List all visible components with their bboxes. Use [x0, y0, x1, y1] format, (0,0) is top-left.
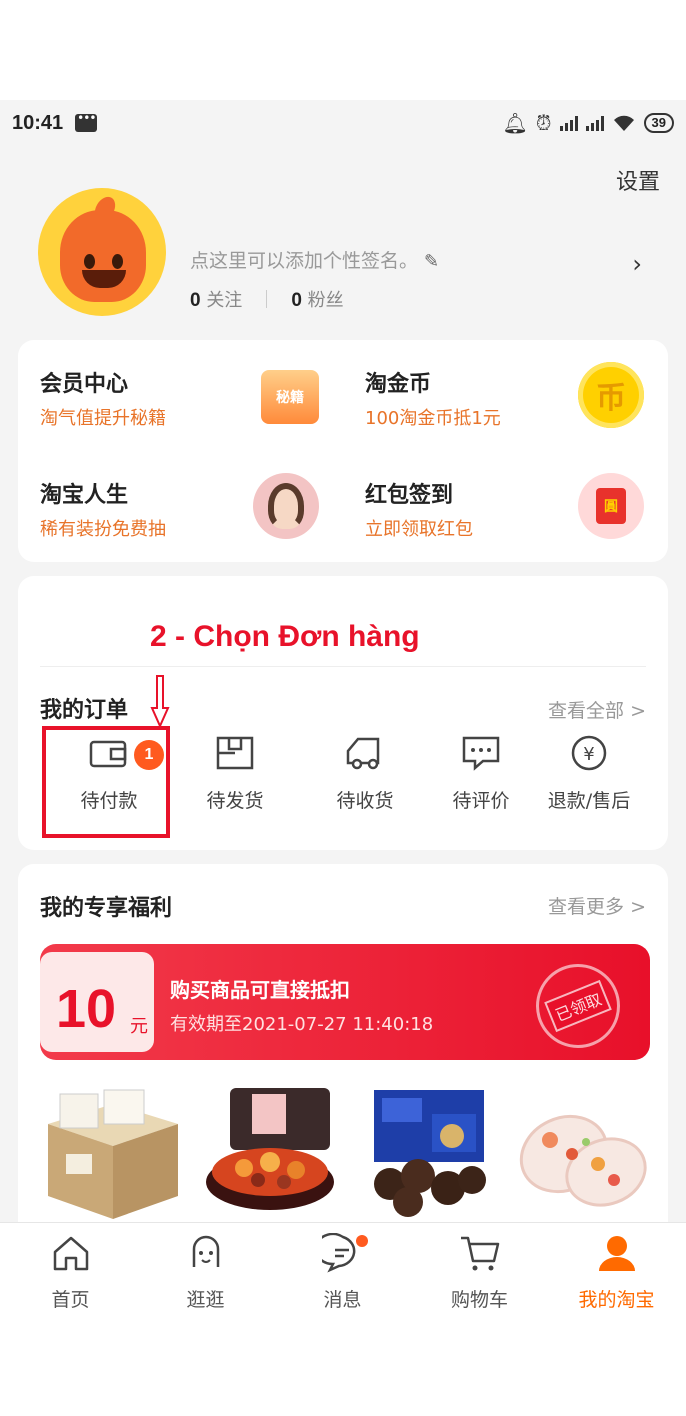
unread-dot — [356, 1235, 368, 1247]
down-arrow-annotation-icon — [150, 675, 170, 728]
gold-coin-icon: 币 — [578, 362, 644, 428]
signal-icon-2 — [585, 115, 604, 131]
avatar-girl-icon — [253, 473, 319, 539]
benefits-title: 我的专享福利 — [40, 896, 173, 921]
coupon-card[interactable]: 10 元 购买商品可直接抵扣 有效期至2021-07-27 11:40:18 已… — [40, 944, 650, 1060]
tissue-box-product[interactable] — [38, 1084, 178, 1224]
view-all-orders-link[interactable]: 查看全部 > — [548, 696, 646, 723]
claimed-stamp: 已领取 — [523, 951, 633, 1060]
service-title: 淘金币 — [365, 372, 432, 397]
home-icon — [2, 1227, 139, 1279]
tab-browse[interactable]: 逛逛 — [137, 1227, 274, 1312]
highlight-box-annotation — [42, 726, 170, 838]
signature-link[interactable]: 点这里可以添加个性签名。 ✎ — [190, 246, 439, 273]
service-subtitle: 立即领取红包 — [365, 519, 473, 540]
service-subtitle: 稀有装扮免费抽 — [40, 519, 166, 540]
tab-label: 首页 — [51, 1289, 90, 1311]
followers-count: 0 — [291, 290, 302, 311]
tab-home[interactable]: 首页 — [2, 1227, 139, 1312]
pencil-icon: ✎ — [424, 251, 440, 272]
following-stat[interactable]: 0 关注 — [190, 286, 242, 312]
service-subtitle: 100淘金币抵1元 — [365, 408, 501, 429]
phone-screen: 10:41 🔔︎ ⏰︎ 39 设置 点这里可以添加个性签名。✎ 0 关注 0 粉… — [0, 100, 686, 1324]
service-taobao-life[interactable]: 淘宝人生 稀有装扮免费抽 — [18, 451, 343, 562]
follow-stats: 0 关注 0 粉丝 — [190, 286, 344, 312]
coupon-expiry: 有效期至2021-07-27 11:40:18 — [170, 1014, 434, 1035]
product-row — [38, 1084, 650, 1224]
order-label: 退款/售后 — [547, 790, 631, 812]
vip-badge-icon: 秘籍 — [261, 370, 319, 424]
benefits-card: 我的专享福利 查看更多 > 10 元 购买商品可直接抵扣 有效期至2021-07… — [18, 864, 668, 1264]
coupon-amount: 10 — [56, 979, 117, 1039]
coupon-amount-panel: 10 元 — [40, 952, 154, 1052]
avatar[interactable] — [38, 188, 166, 316]
services-card: 会员中心 淘气值提升秘籍 秘籍 淘金币 100淘金币抵1元 币 淘宝人生 稀有装… — [18, 340, 668, 562]
service-title: 淘宝人生 — [40, 483, 129, 508]
tab-label: 我的淘宝 — [578, 1289, 655, 1311]
view-more-link[interactable]: 查看更多 > — [548, 892, 646, 919]
tab-label: 购物车 — [450, 1289, 508, 1311]
coupon-title: 购买商品可直接抵扣 — [170, 978, 350, 1002]
browse-face-icon — [137, 1227, 274, 1279]
status-bar: 10:41 🔔︎ ⏰︎ 39 — [0, 100, 686, 146]
delivery-truck-icon — [300, 728, 430, 778]
service-member-center[interactable]: 会员中心 淘气值提升秘籍 秘籍 — [18, 340, 343, 451]
hotpot-product[interactable] — [200, 1084, 340, 1224]
message-notification-icon — [75, 111, 98, 132]
followers-label: 粉丝 — [307, 290, 344, 311]
package-icon — [170, 728, 300, 778]
order-pending-receipt[interactable]: 待收货 — [300, 728, 430, 813]
status-icons: 🔔︎ ⏰︎ 39 — [503, 111, 674, 135]
tab-label: 消息 — [323, 1289, 362, 1311]
svg-text:¥: ¥ — [583, 744, 594, 765]
order-refund-aftersale[interactable]: ¥ 退款/售后 — [524, 728, 654, 813]
order-label: 待发货 — [206, 790, 264, 812]
tab-my-taobao[interactable]: 我的淘宝 — [548, 1227, 685, 1312]
instruction-annotation: 2 - Chọn Đơn hàng — [150, 620, 420, 653]
alarm-icon: ⏰︎ — [535, 111, 552, 135]
divider — [266, 290, 268, 308]
following-count: 0 — [190, 290, 201, 311]
chevron-right-icon[interactable]: › — [632, 250, 642, 278]
service-title: 红包签到 — [365, 483, 454, 508]
divider — [40, 666, 646, 667]
message-icon — [274, 1227, 411, 1279]
battery-indicator: 39 — [643, 113, 674, 133]
coupon-unit: 元 — [130, 1016, 148, 1037]
order-pending-shipment[interactable]: 待发货 — [170, 728, 300, 813]
status-time: 10:41 — [12, 111, 64, 134]
slippers-product[interactable] — [510, 1084, 650, 1224]
followers-stat[interactable]: 0 粉丝 — [291, 286, 343, 312]
chocolate-box-product[interactable] — [360, 1084, 500, 1224]
following-label: 关注 — [206, 290, 243, 311]
bottom-tab-bar: 首页 逛逛 消息 购物车 我的淘宝 — [0, 1222, 686, 1324]
orders-title: 我的订单 — [40, 698, 129, 723]
service-red-envelope[interactable]: 红包签到 立即领取红包 圓 — [343, 451, 668, 562]
service-subtitle: 淘气值提升秘籍 — [40, 408, 166, 429]
service-gold-coin[interactable]: 淘金币 100淘金币抵1元 币 — [343, 340, 668, 451]
tab-cart[interactable]: 购物车 — [411, 1227, 548, 1312]
tab-messages[interactable]: 消息 — [274, 1227, 411, 1312]
refund-icon: ¥ — [524, 728, 654, 778]
signal-icon — [559, 115, 578, 131]
cart-icon — [411, 1227, 548, 1279]
signature-placeholder: 点这里可以添加个性签名。 — [190, 250, 419, 272]
settings-button[interactable]: 设置 — [616, 164, 660, 196]
mute-bell-icon: 🔔︎ — [502, 111, 528, 135]
tab-label: 逛逛 — [186, 1289, 225, 1311]
orders-card: 2 - Chọn Đơn hàng 我的订单 查看全部 > 待付款 1 待发货 — [18, 576, 668, 850]
order-label: 待收货 — [336, 790, 394, 812]
user-icon — [548, 1227, 685, 1279]
red-envelope-icon: 圓 — [578, 473, 644, 539]
service-title: 会员中心 — [40, 372, 129, 397]
wifi-icon — [613, 115, 634, 131]
